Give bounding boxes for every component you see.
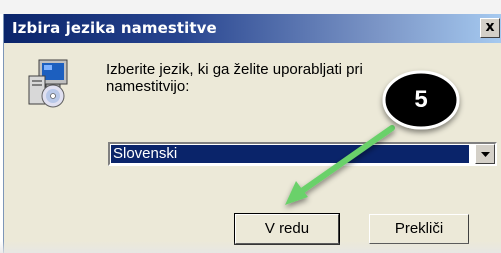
title-bar[interactable]: Izbira jezika namestitve x <box>4 14 501 43</box>
ok-button[interactable]: V redu <box>234 213 340 245</box>
background-strip <box>0 0 501 14</box>
dialog-title: Izbira jezika namestitve <box>12 19 217 37</box>
dropdown-button[interactable] <box>475 144 495 164</box>
language-dialog: Izbira jezika namestitve x Izberite jezi… <box>3 14 501 253</box>
selected-language[interactable]: Slovenski <box>111 145 469 163</box>
step-number: 5 <box>414 86 428 113</box>
close-icon: x <box>485 19 495 35</box>
bottom-shade <box>0 241 501 253</box>
prompt-line-2: namestitvijo: <box>106 78 190 95</box>
language-select[interactable]: Slovenski <box>108 142 497 166</box>
chevron-down-icon <box>481 152 490 157</box>
language-prompt: Izberite jezik, ki ga želite uporabljati… <box>106 61 406 95</box>
close-button[interactable]: x <box>480 18 500 38</box>
cancel-button[interactable]: Prekliči <box>369 214 469 244</box>
prompt-line-1: Izberite jezik, ki ga želite uporabljati… <box>106 61 363 78</box>
setup-computer-cd-icon <box>28 59 68 108</box>
